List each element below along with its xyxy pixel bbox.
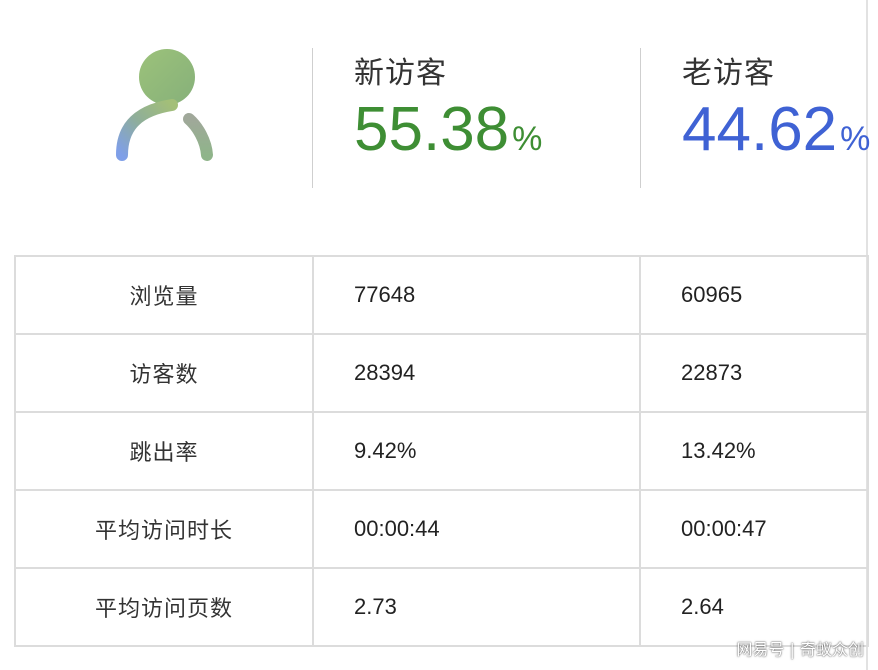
header-divider-1 [312,48,313,188]
new-visitor-value: 9.42% [312,411,641,491]
row-label: 访客数 [14,333,314,413]
new-visitors-unit: % [512,120,543,158]
watermark: 网易号 | 奇蚁众创 [736,640,864,659]
table-row: 平均访问页数 2.73 2.64 [14,567,869,647]
user-gradient-icon [110,45,220,165]
returning-visitor-value: 2.64 [639,567,869,647]
table-row: 跳出率 9.42% 13.42% [14,411,869,491]
returning-visitor-value: 00:00:47 [639,489,869,569]
new-visitor-value: 2.73 [312,567,641,647]
row-label: 平均访问页数 [14,567,314,647]
visitor-stats-page: 新访客 55.38% 老访客 44.62% 浏览量 77648 60965 访客… [0,0,878,670]
row-label: 平均访问时长 [14,489,314,569]
table-row: 浏览量 77648 60965 [14,255,869,335]
new-visitor-value: 28394 [312,333,641,413]
new-visitors-percent: 55.38 [354,95,510,164]
returning-visitors-percent: 44.62 [682,95,838,164]
returning-visitors-stat: 老访客 44.62% [682,56,870,177]
visitor-comparison-table: 浏览量 77648 60965 访客数 28394 22873 跳出率 9.42… [14,255,869,647]
returning-visitor-value: 60965 [639,255,869,335]
new-visitors-stat: 新访客 55.38% [354,56,542,177]
table-row: 平均访问时长 00:00:44 00:00:47 [14,489,869,569]
returning-visitors-value: 44.62% [682,98,870,177]
header-divider-2 [640,48,641,188]
table-row: 访客数 28394 22873 [14,333,869,413]
returning-visitor-value: 22873 [639,333,869,413]
new-visitors-label: 新访客 [354,56,447,91]
returning-visitor-value: 13.42% [639,411,869,491]
row-label: 跳出率 [14,411,314,491]
returning-visitors-label: 老访客 [682,56,775,91]
new-visitor-value: 77648 [312,255,641,335]
new-visitors-value: 55.38% [354,98,542,177]
row-label: 浏览量 [14,255,314,335]
returning-visitors-unit: % [840,120,871,158]
new-visitor-value: 00:00:44 [312,489,641,569]
